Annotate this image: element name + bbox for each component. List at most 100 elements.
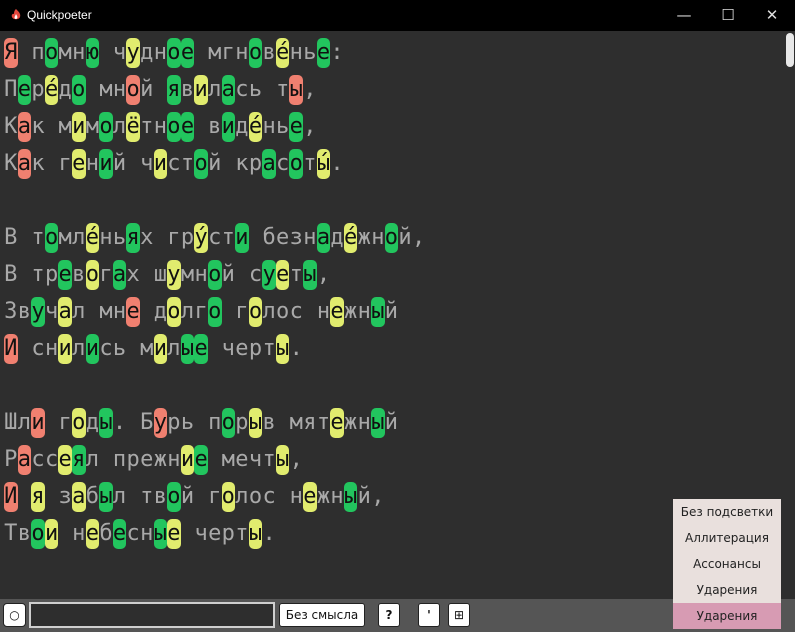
- letter: л: [112, 114, 127, 139]
- highlighted-letter: е: [316, 38, 331, 68]
- letter: с: [235, 77, 249, 102]
- letter: ,: [316, 262, 331, 287]
- highlighted-letter: е: [126, 297, 140, 327]
- highlighted-letter: и: [85, 334, 100, 364]
- letter: д: [153, 299, 167, 324]
- grid-button[interactable]: ⊞: [448, 603, 470, 627]
- mode-button[interactable]: Без смысла: [279, 603, 365, 627]
- highlighted-letter: о: [31, 519, 45, 549]
- highlighted-letter: у: [31, 297, 45, 327]
- letter: с: [289, 299, 303, 324]
- menu-item-stress-selected[interactable]: Ударения: [673, 603, 781, 629]
- letter: ш: [153, 262, 167, 287]
- letter: ,: [411, 225, 426, 250]
- letter: ч: [221, 336, 235, 361]
- letter: [222, 149, 236, 179]
- letter: ь: [180, 410, 195, 435]
- letter: с: [167, 151, 181, 176]
- highlighted-letter: о: [194, 149, 208, 179]
- poem-line: И я забыл твой голос нежный,: [4, 482, 385, 512]
- highlighted-letter: е́: [85, 223, 100, 253]
- letter: [86, 297, 100, 327]
- letter: н: [72, 521, 86, 546]
- letter: [194, 112, 208, 142]
- poem-editor[interactable]: Я помню чудное мгнове́нье: Пере́до мной я…: [0, 31, 785, 599]
- letter: ч: [44, 299, 59, 324]
- apostrophe-button[interactable]: ': [418, 603, 440, 627]
- letter: [45, 112, 59, 142]
- letter: в: [17, 521, 32, 546]
- letter: [140, 260, 154, 290]
- letter: о: [248, 484, 263, 509]
- highlighted-letter: о: [207, 260, 222, 290]
- help-button[interactable]: ?: [378, 603, 400, 627]
- letter: г: [194, 299, 208, 324]
- letter: в: [208, 114, 222, 139]
- letter: г: [235, 299, 249, 324]
- menu-item-stress[interactable]: Ударения: [673, 577, 781, 603]
- letter: т: [140, 114, 154, 139]
- letter: л: [72, 336, 86, 361]
- letter: д: [58, 77, 72, 102]
- letter: ь: [248, 77, 263, 102]
- highlighted-letter: е: [58, 445, 72, 475]
- letter: ,: [303, 114, 317, 139]
- highlighted-letter: ю: [85, 38, 100, 68]
- letter: ж: [357, 225, 371, 250]
- poem-line: Как мимолётное виде́нье,: [4, 112, 317, 142]
- letter: [235, 260, 249, 290]
- letter: р: [248, 336, 263, 361]
- letter: х: [126, 262, 140, 287]
- vertical-scrollbar[interactable]: [785, 31, 795, 599]
- letter: т: [316, 410, 331, 435]
- circle-button[interactable]: ○: [3, 603, 26, 627]
- highlighted-letter: ы: [303, 260, 317, 290]
- letter: [208, 445, 222, 475]
- highlighted-letter: а: [316, 223, 331, 253]
- letter: т: [180, 151, 195, 176]
- menu-item-assonance[interactable]: Ассонансы: [673, 551, 781, 577]
- letter: н: [357, 410, 371, 435]
- maximize-button[interactable]: ☐: [705, 0, 751, 31]
- scrollbar-thumb[interactable]: [786, 33, 794, 67]
- letter: :: [330, 40, 344, 65]
- letter: [262, 75, 276, 105]
- letter: Т: [4, 521, 18, 546]
- letter: н: [140, 521, 154, 546]
- letter: в: [262, 410, 276, 435]
- menu-item-no-highlight[interactable]: Без подсветки: [673, 499, 781, 525]
- letter: .: [262, 521, 276, 546]
- highlighted-letter: е: [71, 149, 86, 179]
- highlighted-letter: е: [167, 519, 181, 549]
- highlighted-letter: е: [180, 38, 195, 68]
- letter: [126, 334, 140, 364]
- highlighted-letter: е́: [275, 38, 290, 68]
- word-input[interactable]: [29, 602, 275, 628]
- highlighted-letter: ы: [343, 482, 358, 512]
- letter: т: [303, 151, 317, 176]
- letter: р: [248, 151, 263, 176]
- minimize-button[interactable]: —: [661, 0, 707, 31]
- highlighted-letter: а: [221, 75, 236, 105]
- highlighted-letter: е: [303, 482, 317, 512]
- letter: м: [221, 447, 235, 472]
- highlighted-letter: о: [221, 408, 236, 438]
- letter: г: [167, 225, 181, 250]
- letter: н: [112, 77, 127, 102]
- letter: г: [221, 40, 235, 65]
- highlighted-letter: и: [221, 112, 236, 142]
- highlighted-letter: е́: [44, 75, 59, 105]
- letter: В: [4, 225, 18, 250]
- letter: р: [167, 410, 181, 435]
- highlighted-letter: я: [167, 75, 181, 105]
- highlighted-letter: и: [180, 445, 195, 475]
- menu-item-alliteration[interactable]: Аллитерация: [673, 525, 781, 551]
- highlighted-letter: е: [58, 260, 72, 290]
- letter: е: [208, 521, 222, 546]
- highlighted-letter: я: [31, 482, 45, 512]
- highlighted-letter: у́: [194, 223, 208, 253]
- letter: н: [153, 114, 167, 139]
- letter: н: [85, 151, 99, 176]
- close-button[interactable]: ✕: [749, 0, 795, 31]
- letter: н: [44, 336, 59, 361]
